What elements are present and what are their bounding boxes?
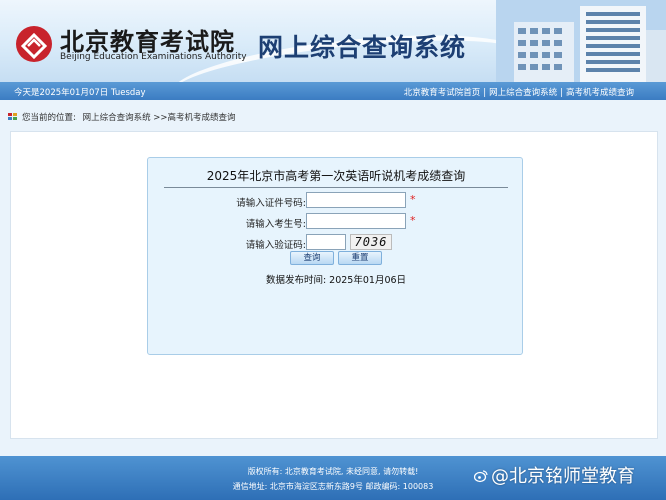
main-panel: 2025年北京市高考第一次英语听说机考成绩查询 请输入证件号码: * 请输入考生…: [10, 131, 658, 439]
publish-time: 数据发布时间: 2025年01月06日: [265, 275, 407, 286]
watermark: @北京铭师堂教育: [474, 462, 635, 488]
id-number-input[interactable]: [306, 192, 406, 208]
nav-links: 北京教育考试院首页 | 网上综合查询系统 | 高考机考成绩查询: [404, 86, 634, 98]
nav-bar: 今天是2025年01月07日 Tuesday 北京教育考试院首页 | 网上综合查询系…: [0, 82, 666, 100]
nav-link-home[interactable]: 北京教育考试院首页: [404, 88, 481, 98]
captcha-input[interactable]: [306, 234, 346, 250]
required-mark: *: [410, 193, 416, 206]
location-icon: [8, 113, 17, 120]
nav-link-score-query[interactable]: 高考机考成绩查询: [566, 88, 634, 98]
exam-number-input[interactable]: [306, 213, 406, 229]
captcha-label: 请输入验证码:: [245, 240, 306, 251]
reset-button[interactable]: 重置: [338, 251, 382, 265]
org-logo-icon: [16, 26, 52, 62]
id-label: 请输入证件号码:: [236, 198, 306, 209]
captcha-image[interactable]: 7036: [350, 234, 392, 250]
query-form-box: 2025年北京市高考第一次英语听说机考成绩查询 请输入证件号码: * 请输入考生…: [147, 157, 523, 355]
breadcrumb-text: 您当前的位置: 网上综合查询系统 >>高考机考成绩查询: [22, 111, 240, 123]
query-title: 2025年北京市高考第一次英语听说机考成绩查询: [206, 169, 466, 183]
query-button[interactable]: 查询: [290, 251, 334, 265]
captcha-row: 请输入验证码: 7036: [148, 234, 524, 252]
exam-row: 请输入考生号: *: [148, 213, 524, 231]
system-title: 网上综合查询系统: [258, 33, 467, 62]
title-divider: [164, 187, 508, 188]
building-image: [496, 0, 666, 82]
id-row: 请输入证件号码: *: [148, 192, 524, 210]
header-banner: 北京教育考试院 Beijing Education Examinations A…: [0, 0, 666, 82]
org-name-en: Beijing Education Examinations Authority: [60, 52, 247, 62]
breadcrumb-prefix: 您当前的位置:: [22, 113, 76, 123]
required-mark: *: [410, 214, 416, 227]
current-date: 今天是2025年01月07日 Tuesday: [14, 88, 146, 98]
nav-separator: |: [483, 88, 487, 98]
nav-separator: |: [560, 88, 563, 98]
breadcrumb-path[interactable]: 网上综合查询系统 >>高考机考成绩查询: [83, 113, 236, 123]
exam-label: 请输入考生号:: [245, 219, 306, 230]
nav-link-query-system[interactable]: 网上综合查询系统: [489, 88, 557, 98]
watermark-text: @北京铭师堂教育: [491, 466, 635, 487]
breadcrumb: 您当前的位置: 网上综合查询系统 >>高考机考成绩查询: [0, 104, 666, 128]
weibo-icon: [474, 470, 488, 483]
